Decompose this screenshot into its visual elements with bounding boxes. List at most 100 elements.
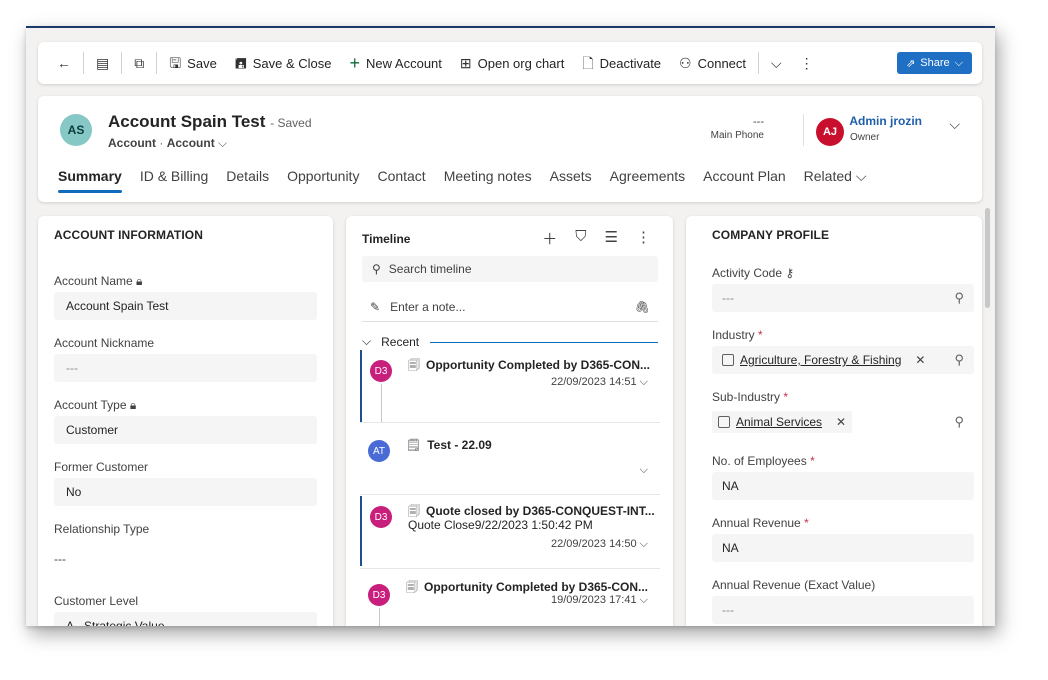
- remove-icon[interactable]: ✕: [915, 353, 925, 367]
- industry-link[interactable]: Agriculture, Forestry & Fishing: [740, 353, 901, 367]
- customer-level-field[interactable]: A - Strategic Value: [54, 612, 317, 626]
- more-commands-button[interactable]: ⋮: [791, 48, 823, 78]
- account-avatar: AS: [60, 114, 92, 146]
- connect-dropdown-button[interactable]: ⌵: [762, 48, 791, 78]
- entity-breadcrumb: Account · Account ⌵: [108, 136, 227, 151]
- account-name-label-text: Account Name: [54, 274, 133, 288]
- employees-label-text: No. of Employees: [712, 454, 807, 468]
- page-title: Account Spain Test - Saved: [108, 112, 312, 132]
- timeline-item[interactable]: D3 🗐 Opportunity Completed by D365-CON...…: [360, 350, 660, 422]
- search-icon: ⚲: [372, 262, 381, 276]
- popout-icon: ⧉: [134, 55, 145, 71]
- recent-label: Recent: [381, 334, 420, 349]
- tab-related[interactable]: Related ⌵: [804, 168, 867, 193]
- attachment-icon[interactable]: 🖇︎: [635, 300, 650, 314]
- employees-label: No. of Employees *: [712, 454, 815, 468]
- sub-industry-label-text: Sub-Industry: [712, 390, 781, 404]
- save-button[interactable]: 🖫 Save: [160, 48, 226, 78]
- tab-id-billing[interactable]: ID & Billing: [140, 168, 208, 193]
- former-customer-field[interactable]: No: [54, 478, 317, 506]
- tab-opportunity[interactable]: Opportunity: [287, 168, 359, 193]
- annual-revenue-exact-label: Annual Revenue (Exact Value): [712, 578, 876, 592]
- account-type-field[interactable]: Customer: [54, 416, 317, 444]
- tab-summary[interactable]: Summary: [58, 168, 122, 193]
- industry-field[interactable]: Agriculture, Forestry & Fishing ✕ ⚲: [712, 346, 974, 374]
- timeline-item[interactable]: D3 🗐 Opportunity Completed by D365-CON...…: [360, 572, 660, 626]
- chevron-down-icon: ⌵: [362, 334, 372, 348]
- chevron-down-icon[interactable]: ⌵: [640, 594, 648, 606]
- sort-list-icon[interactable]: ☰: [605, 228, 618, 249]
- timeline-item-date: 22/09/2023 14:50 ⌵: [551, 538, 648, 551]
- timeline-item-expand[interactable]: ⌵: [640, 464, 648, 477]
- former-customer-label: Former Customer: [54, 460, 149, 474]
- sub-industry-link[interactable]: Animal Services: [736, 415, 822, 429]
- timeline-item[interactable]: AT 🗒 Test - 22.09 ⌵: [360, 426, 660, 494]
- timeline-item-title: 🗒 Test - 22.09: [406, 438, 654, 452]
- expand-header-chevron-icon[interactable]: ⌵: [949, 116, 960, 133]
- tab-bar: Summary ID & Billing Details Opportunity…: [58, 168, 866, 193]
- dot-separator: ·: [159, 136, 167, 150]
- timeline-avatar: D3: [370, 360, 392, 382]
- tab-account-plan[interactable]: Account Plan: [703, 168, 786, 193]
- required-indicator: *: [810, 454, 815, 468]
- note-input[interactable]: ✎ Enter a note... 🖇︎: [362, 292, 658, 322]
- tab-related-label: Related: [803, 168, 852, 184]
- activity-code-field[interactable]: --- ⚲: [712, 284, 974, 312]
- timeline-search-input[interactable]: ⚲ Search timeline: [362, 256, 658, 282]
- annual-revenue-field[interactable]: NA: [712, 534, 974, 562]
- sub-industry-field[interactable]: Animal Services ✕ ⚲: [712, 408, 974, 436]
- timeline-item-title-text: Opportunity Completed by D365-CON...: [426, 358, 651, 372]
- tab-contact[interactable]: Contact: [377, 168, 425, 193]
- deactivate-icon: 🗋: [582, 55, 594, 71]
- main-phone-field: --- Main Phone: [711, 116, 764, 141]
- page-scrollbar[interactable]: [985, 208, 990, 308]
- account-name-label: Account Name 🔒︎: [54, 274, 142, 289]
- chevron-down-icon[interactable]: ⌵: [640, 376, 648, 388]
- org-chart-label: Open org chart: [477, 55, 565, 71]
- remove-icon[interactable]: ✕: [836, 415, 846, 429]
- annual-revenue-label-text: Annual Revenue: [712, 516, 801, 530]
- account-type-label-text: Account Type: [54, 398, 127, 412]
- connect-button[interactable]: ⚇ Connect: [670, 48, 755, 78]
- required-indicator: *: [783, 390, 789, 404]
- tab-meeting-notes[interactable]: Meeting notes: [444, 168, 532, 193]
- new-account-button[interactable]: + New Account: [341, 48, 451, 78]
- separator: [83, 52, 84, 74]
- recent-group-toggle[interactable]: ⌵ Recent: [362, 334, 419, 349]
- form-view-button[interactable]: ▤: [87, 48, 118, 78]
- note-icon: 🗒: [406, 438, 422, 452]
- search-icon[interactable]: ⚲: [954, 290, 964, 306]
- back-button[interactable]: ←: [48, 48, 80, 78]
- share-button[interactable]: ⇗ Share ⌵: [897, 52, 972, 74]
- chevron-down-icon[interactable]: ⌵: [640, 538, 648, 550]
- account-name-field[interactable]: Account Spain Test: [54, 292, 317, 320]
- open-new-window-button[interactable]: ⧉: [125, 48, 153, 78]
- account-nickname-label: Account Nickname: [54, 336, 155, 350]
- search-icon[interactable]: ⚲: [954, 414, 964, 430]
- employees-field[interactable]: NA: [712, 472, 974, 500]
- timeline-item-date-text: 19/09/2023 17:41: [550, 594, 637, 606]
- search-icon[interactable]: ⚲: [954, 352, 964, 368]
- timeline-avatar: D3: [368, 584, 390, 606]
- timeline-actions: ＋ ⛉ ☰ ⋮: [542, 228, 651, 249]
- timeline-item[interactable]: D3 🗐 Quote closed by D365-CONQUEST-INT...…: [360, 496, 660, 566]
- org-chart-button[interactable]: ⊞ Open org chart: [451, 48, 573, 78]
- add-icon[interactable]: ＋: [542, 228, 557, 249]
- activity-code-label: Activity Code ⚷: [712, 266, 794, 280]
- form-selector[interactable]: Account: [167, 136, 215, 150]
- annual-revenue-exact-field[interactable]: ---: [712, 596, 974, 624]
- owner-link[interactable]: Admin jrozin: [849, 114, 922, 128]
- tab-assets[interactable]: Assets: [550, 168, 592, 193]
- separator: [803, 114, 804, 146]
- more-vertical-icon[interactable]: ⋮: [636, 228, 651, 249]
- more-vertical-icon: ⋮: [799, 55, 814, 71]
- save-close-button[interactable]: 🖪 Save & Close: [226, 48, 341, 78]
- tab-details[interactable]: Details: [226, 168, 269, 193]
- account-nickname-field[interactable]: ---: [54, 354, 317, 382]
- save-status: - Saved: [270, 116, 312, 130]
- deactivate-button[interactable]: 🗋 Deactivate: [573, 48, 670, 78]
- activity-icon: 🗐: [408, 358, 420, 372]
- filter-icon[interactable]: ⛉: [575, 228, 586, 249]
- tab-agreements[interactable]: Agreements: [610, 168, 685, 193]
- relationship-type-value[interactable]: ---: [54, 552, 66, 566]
